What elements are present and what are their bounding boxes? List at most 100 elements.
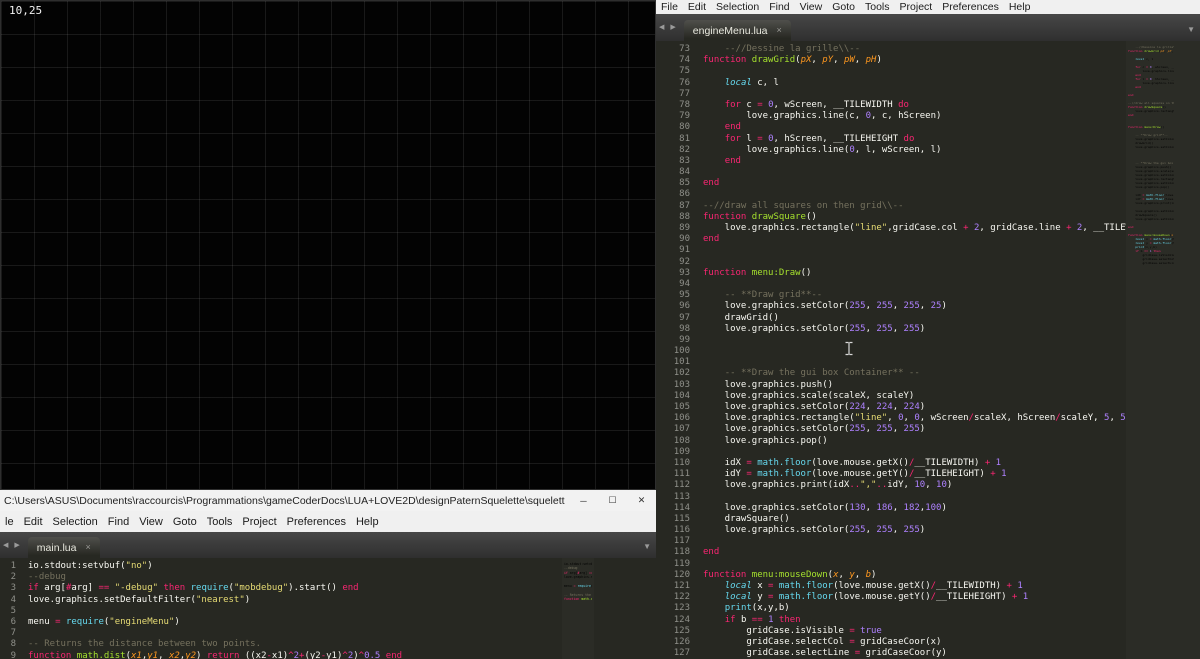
- code-line[interactable]: [703, 167, 1126, 178]
- menu-item-project[interactable]: Project: [895, 1, 938, 13]
- code-line[interactable]: love.graphics.setColor(255, 255, 255): [703, 525, 1126, 536]
- code-editor[interactable]: --//Dessine la grille\\-- function drawGr…: [696, 41, 1126, 659]
- code-line[interactable]: love.graphics.rectangle("line",gridCase.…: [703, 223, 1126, 234]
- menu-item-help[interactable]: Help: [351, 516, 384, 528]
- code-line[interactable]: drawSquare(): [703, 514, 1126, 525]
- code-line[interactable]: love.graphics.setColor(224, 224, 224): [703, 402, 1126, 413]
- code-line[interactable]: local y = math.floor(love.mouse.getY()/_…: [703, 592, 1126, 603]
- tab-scroll-right-icon[interactable]: ▶: [11, 542, 22, 549]
- code-line[interactable]: --//draw all squares on then grid\\--: [703, 201, 1126, 212]
- tab-close-icon[interactable]: ×: [777, 26, 782, 35]
- code-line[interactable]: local x = math.floor(love.mouse.getX()/_…: [703, 581, 1126, 592]
- code-line[interactable]: --debug: [28, 572, 560, 583]
- menu-item-project[interactable]: Project: [237, 516, 281, 528]
- tab-scroll-left-icon[interactable]: ◀: [0, 542, 11, 549]
- minimize-button[interactable]: ─: [569, 490, 598, 511]
- code-line[interactable]: love.graphics.scale(scaleX, scaleY): [703, 391, 1126, 402]
- code-line[interactable]: for l = 0, hScreen, __TILEHEIGHT do: [703, 134, 1126, 145]
- menu-item-view[interactable]: View: [795, 1, 828, 13]
- code-line[interactable]: if b == 1 then: [703, 615, 1126, 626]
- code-line[interactable]: end: [703, 234, 1126, 245]
- code-line[interactable]: [703, 492, 1126, 503]
- code-line[interactable]: [703, 245, 1126, 256]
- code-line[interactable]: for c = 0, wScreen, __TILEWIDTH do: [703, 100, 1126, 111]
- code-line[interactable]: love.graphics.setColor(130, 186, 182,100…: [703, 503, 1126, 514]
- code-line[interactable]: function math.dist(x1,y1, x2,y2) return …: [28, 651, 560, 659]
- code-line[interactable]: love.graphics.setColor(255, 255, 255): [703, 324, 1126, 335]
- code-line[interactable]: gridCase.selectCol = gridCaseCoor(x): [703, 637, 1126, 648]
- menu-item-preferences[interactable]: Preferences: [937, 1, 1004, 13]
- code-line[interactable]: love.graphics.rectangle("line", 0, 0, wS…: [703, 413, 1126, 424]
- code-line[interactable]: function menu:Draw(): [703, 268, 1126, 279]
- code-line[interactable]: love.graphics.line(c, 0, c, hScreen): [703, 111, 1126, 122]
- window-title-bar[interactable]: C:\Users\ASUS\Documents\raccourcis\Progr…: [0, 490, 656, 511]
- menu-item-tools[interactable]: Tools: [202, 516, 238, 528]
- code-line[interactable]: function menu:mouseDown(x, y, b): [703, 570, 1126, 581]
- tab-close-icon[interactable]: ×: [85, 543, 90, 552]
- tab-scroll-right-icon[interactable]: ▶: [667, 24, 678, 31]
- menu-item-goto[interactable]: Goto: [168, 516, 202, 528]
- code-line[interactable]: local c, l: [703, 78, 1126, 89]
- code-line[interactable]: [703, 257, 1126, 268]
- code-line[interactable]: io.stdout:setvbuf("no"): [28, 561, 560, 572]
- code-line[interactable]: -- Returns the distance between two poin…: [28, 639, 560, 650]
- code-line[interactable]: end: [703, 156, 1126, 167]
- code-line[interactable]: love.graphics.setColor(255, 255, 255, 25…: [703, 301, 1126, 312]
- menu-item-find[interactable]: Find: [764, 1, 794, 13]
- menu-item-view[interactable]: View: [134, 516, 168, 528]
- code-line[interactable]: menu = require("engineMenu"): [28, 617, 560, 628]
- code-line[interactable]: -- **Draw grid**--: [703, 290, 1126, 301]
- menu-item-goto[interactable]: Goto: [827, 1, 860, 13]
- code-line[interactable]: gridCase.selectLine = gridCaseCoor(y): [703, 648, 1126, 659]
- tab-enginemenu-lua[interactable]: engineMenu.lua ×: [683, 20, 791, 41]
- code-line[interactable]: [703, 346, 1126, 357]
- code-line[interactable]: function drawGrid(pX, pY, pW, pH): [703, 55, 1126, 66]
- code-line[interactable]: [703, 89, 1126, 100]
- code-line[interactable]: [28, 628, 560, 639]
- code-line[interactable]: love.graphics.print(idX..","..idY, 10, 1…: [703, 480, 1126, 491]
- code-line[interactable]: love.graphics.line(0, l, wScreen, l): [703, 145, 1126, 156]
- menu-item-edit[interactable]: Edit: [19, 516, 48, 528]
- tab-overflow-icon[interactable]: ▼: [643, 543, 651, 551]
- code-line[interactable]: love.graphics.pop(): [703, 436, 1126, 447]
- code-line[interactable]: [703, 357, 1126, 368]
- code-editor[interactable]: io.stdout:setvbuf("no") --debug if arg[#ar…: [21, 558, 560, 659]
- menu-item-edit[interactable]: Edit: [683, 1, 711, 13]
- code-line[interactable]: if arg[#arg] == "-debug" then require("m…: [28, 583, 560, 594]
- menu-item-find[interactable]: Find: [103, 516, 134, 528]
- code-line[interactable]: [28, 606, 560, 617]
- code-line[interactable]: idY = math.floor(love.mouse.getY()/__TIL…: [703, 469, 1126, 480]
- love-game-window[interactable]: 10,25: [0, 0, 656, 490]
- menu-item-preferences[interactable]: Preferences: [282, 516, 351, 528]
- code-line[interactable]: love.graphics.setDefaultFilter("nearest"…: [28, 595, 560, 606]
- code-line[interactable]: --//Dessine la grille\\--: [703, 44, 1126, 55]
- menu-item-selection[interactable]: Selection: [48, 516, 103, 528]
- code-line[interactable]: [703, 335, 1126, 346]
- code-line[interactable]: end: [703, 122, 1126, 133]
- close-button[interactable]: ✕: [627, 490, 656, 511]
- code-line[interactable]: [703, 447, 1126, 458]
- menu-item-help[interactable]: Help: [1004, 1, 1036, 13]
- code-line[interactable]: [703, 66, 1126, 77]
- maximize-button[interactable]: ☐: [598, 490, 627, 511]
- code-line[interactable]: love.graphics.setColor(255, 255, 255): [703, 424, 1126, 435]
- code-line[interactable]: print(x,y,b): [703, 603, 1126, 614]
- code-line[interactable]: function drawSquare(): [703, 212, 1126, 223]
- tab-scroll-left-icon[interactable]: ◀: [656, 24, 667, 31]
- code-line[interactable]: [703, 536, 1126, 547]
- code-line[interactable]: love.graphics.push(): [703, 380, 1126, 391]
- menu-item-tools[interactable]: Tools: [860, 1, 895, 13]
- code-line[interactable]: gridCase.isVisible = true: [703, 626, 1126, 637]
- code-line[interactable]: -- **Draw the gui box Container** --: [703, 368, 1126, 379]
- code-line[interactable]: end: [703, 178, 1126, 189]
- minimap[interactable]: --//Dessine la grille\\--function drawGr…: [1126, 41, 1200, 659]
- tab-overflow-icon[interactable]: ▼: [1187, 26, 1195, 34]
- code-line[interactable]: idX = math.floor(love.mouse.getX()/__TIL…: [703, 458, 1126, 469]
- menu-item-le[interactable]: le: [0, 516, 19, 528]
- code-line[interactable]: [703, 279, 1126, 290]
- menu-item-file[interactable]: File: [656, 1, 683, 13]
- minimap[interactable]: io.stdout:setvbuf("no")--debugif arg[#ar…: [562, 558, 594, 659]
- tab-main-lua[interactable]: main.lua ×: [27, 537, 100, 558]
- code-line[interactable]: drawGrid(): [703, 313, 1126, 324]
- code-line[interactable]: end: [703, 547, 1126, 558]
